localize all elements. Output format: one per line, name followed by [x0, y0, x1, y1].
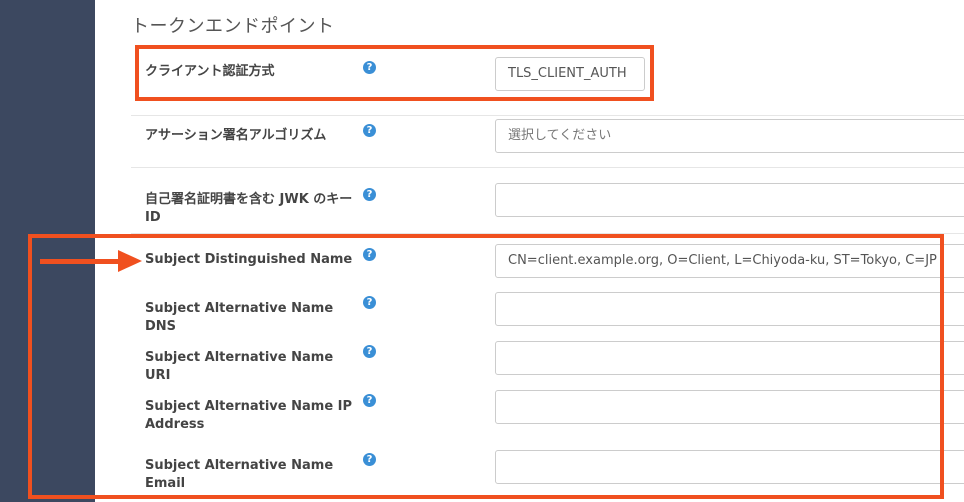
highlight-box-subject-fields — [28, 234, 944, 499]
field-label-assertion-signing-alg: アサーション署名アルゴリズム — [145, 128, 327, 143]
jwk-key-id-input[interactable] — [495, 183, 964, 217]
question-circle-icon[interactable]: ? — [363, 188, 376, 201]
annotation-arrow — [40, 259, 125, 264]
annotation-arrow-head — [118, 250, 142, 272]
row-divider — [131, 167, 964, 168]
assertion-signing-alg-select[interactable]: 選択してください — [495, 119, 964, 153]
question-circle-icon[interactable]: ? — [363, 124, 376, 137]
row-divider — [131, 115, 964, 116]
field-label-jwk-key-id: 自己署名証明書を含む JWK のキー ID — [145, 192, 353, 225]
highlight-box-client-auth — [135, 45, 654, 101]
section-title: トークンエンドポイント — [131, 16, 335, 37]
